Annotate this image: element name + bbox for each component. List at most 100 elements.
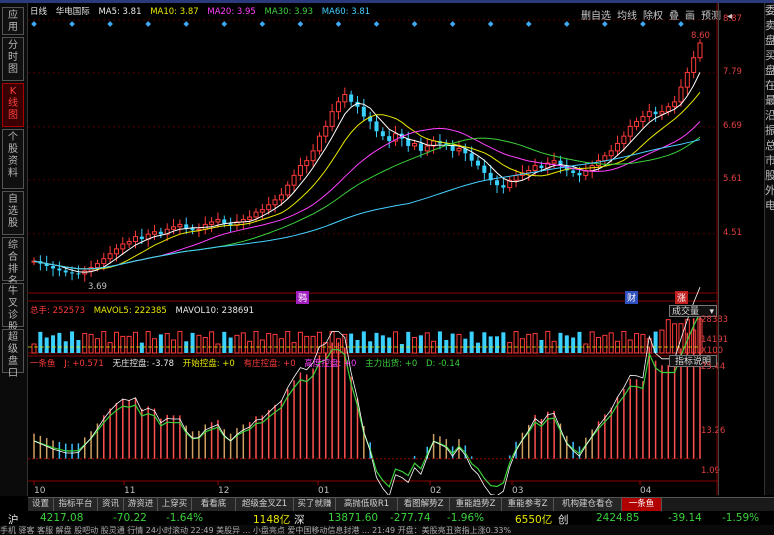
tab-11[interactable]: 重能参考Z — [502, 498, 554, 511]
volume-bar-42 — [297, 331, 303, 354]
volume-bar-26 — [196, 334, 202, 354]
volume-bar-38 — [272, 333, 278, 354]
time-axis-label-2: 12 — [218, 486, 229, 495]
sz-change: -277.74 — [390, 512, 431, 524]
volume-bar-84 — [564, 335, 569, 353]
candle-56 — [387, 136, 392, 142]
quote-edge-label-13: 电 — [765, 198, 774, 213]
indicator-j-line — [33, 287, 701, 495]
price-axis-label-4: 4.51 — [723, 227, 742, 238]
tab-6[interactable]: 超级金叉Z1 — [236, 498, 294, 511]
candle-15 — [126, 241, 132, 245]
event-marker-0[interactable]: 鸦 — [296, 291, 310, 304]
tab-3[interactable]: 游资进 — [124, 498, 158, 511]
volume-bar-43 — [304, 335, 310, 354]
candle-11 — [101, 258, 107, 265]
top-marker-12 — [107, 21, 113, 27]
candle-45 — [316, 135, 322, 152]
tab-4[interactable]: 上穿买 — [158, 498, 192, 511]
tab-5[interactable]: 看看底 — [192, 498, 236, 511]
toolbar-item-0[interactable]: 删自选 — [581, 11, 611, 22]
tab-12[interactable]: 机构建仓看仓 — [554, 498, 622, 511]
candle-49 — [342, 93, 348, 103]
ma10-value: MA10: 3.87 — [150, 7, 199, 17]
candle-60 — [412, 143, 418, 147]
volume-bar-19 — [152, 338, 158, 354]
candle-104 — [691, 57, 697, 73]
ma5-line — [33, 72, 701, 273]
volume-bar-75 — [507, 342, 513, 354]
cy-pct: -1.59% — [722, 512, 760, 524]
volume-bar-76 — [513, 331, 519, 354]
sidebar-item-5[interactable]: 综合排名 — [2, 237, 24, 287]
sidebar-item-2[interactable]: K线图 — [2, 83, 24, 127]
sidebar-item-3[interactable]: 个股资料 — [2, 129, 24, 189]
volume-bar-1 — [38, 331, 43, 353]
event-marker-2[interactable]: 涨 — [675, 291, 689, 304]
volume-bar-85 — [571, 337, 576, 353]
high-price-label: 8.60 — [691, 31, 710, 41]
top-marker-84 — [563, 21, 570, 27]
tab-1[interactable]: 指标平台 — [54, 498, 98, 511]
volume-bar-101 — [672, 323, 678, 354]
indicator-yzkp: 有庄控盘: +0 — [243, 359, 296, 369]
mavol5-value: MAVOL5: 222385 — [93, 306, 167, 316]
candle-10 — [94, 263, 100, 269]
volume-bar-95 — [634, 333, 640, 354]
volume-bar-6 — [70, 331, 75, 353]
candle-29 — [215, 218, 221, 223]
volume-bar-35 — [253, 330, 259, 354]
tab-13[interactable]: 一条鱼 — [622, 498, 662, 511]
ma30-value: MA30: 3.93 — [264, 7, 314, 17]
tab-7[interactable]: 买了就赚 — [294, 498, 336, 511]
sidebar-item-1[interactable]: 分时图 — [2, 37, 24, 81]
top-marker-0 — [31, 21, 37, 27]
tab-8[interactable]: 高抛低吸R1 — [336, 498, 398, 511]
quote-edge-label-6: 最 — [765, 93, 774, 108]
volume-bar-78 — [526, 333, 532, 354]
volume-bar-36 — [259, 339, 265, 354]
toolbar-item-4[interactable]: 画 — [685, 11, 695, 22]
volume-bar-57 — [393, 331, 399, 354]
volume-bar-32 — [234, 334, 240, 354]
toolbar-item-1[interactable]: 均线 — [617, 11, 637, 22]
ma10-line — [33, 91, 701, 270]
price-axis-label-0: 8.87 — [723, 14, 742, 24]
top-marker-66 — [449, 21, 456, 27]
period-label[interactable]: 日线 — [30, 7, 47, 17]
volume-bar-93 — [621, 330, 627, 354]
toolbar-item-2[interactable]: 除权 — [643, 11, 663, 22]
volume-bar-86 — [577, 331, 582, 353]
volume-bar-68 — [463, 338, 468, 353]
candle-5 — [63, 270, 68, 273]
quote-edge-label-11: 股 — [765, 168, 774, 183]
candle-54 — [374, 121, 379, 132]
volume-bar-13 — [113, 331, 119, 354]
tab-10[interactable]: 重能趋势Z — [450, 498, 502, 511]
candle-4 — [57, 268, 62, 271]
event-marker-1[interactable]: 财 — [625, 291, 639, 304]
candle-73 — [495, 180, 500, 186]
time-axis-label-1: 11 — [124, 486, 135, 495]
sidebar-item-4[interactable]: 自选股 — [2, 191, 24, 235]
volume-bar-12 — [107, 342, 113, 354]
tab-9[interactable]: 看图解势Z — [398, 498, 450, 511]
sidebar-item-6[interactable]: 牛叉诊股 — [2, 283, 24, 333]
tab-2[interactable]: 资讯 — [98, 498, 124, 511]
candle-61 — [418, 143, 423, 151]
sidebar-item-7[interactable]: 超级盘口 — [2, 329, 24, 379]
volume-bar-59 — [406, 331, 411, 353]
sidebar-item-0[interactable]: 应用 — [2, 7, 24, 35]
volume-bar-66 — [450, 333, 455, 353]
toolbar-item-3[interactable]: 叠 — [669, 11, 679, 22]
volume-bar-88 — [589, 331, 595, 354]
candle-20 — [158, 231, 163, 235]
price-axis-column: 8.87 7.79 6.69 5.61 4.51 — [718, 3, 765, 495]
tab-0[interactable]: 设置 — [28, 498, 54, 511]
volume-bar-41 — [291, 342, 297, 354]
quote-edge-label-7: 沿 — [765, 108, 774, 123]
candle-96 — [640, 116, 646, 122]
volume-bar-81 — [545, 330, 551, 354]
volume-bar-73 — [495, 336, 500, 353]
kline-chart-area[interactable]: 10 11 12 01 02 03 04 日线 华电国际 MA5: 3.81 MA10: 3… — [28, 3, 732, 495]
